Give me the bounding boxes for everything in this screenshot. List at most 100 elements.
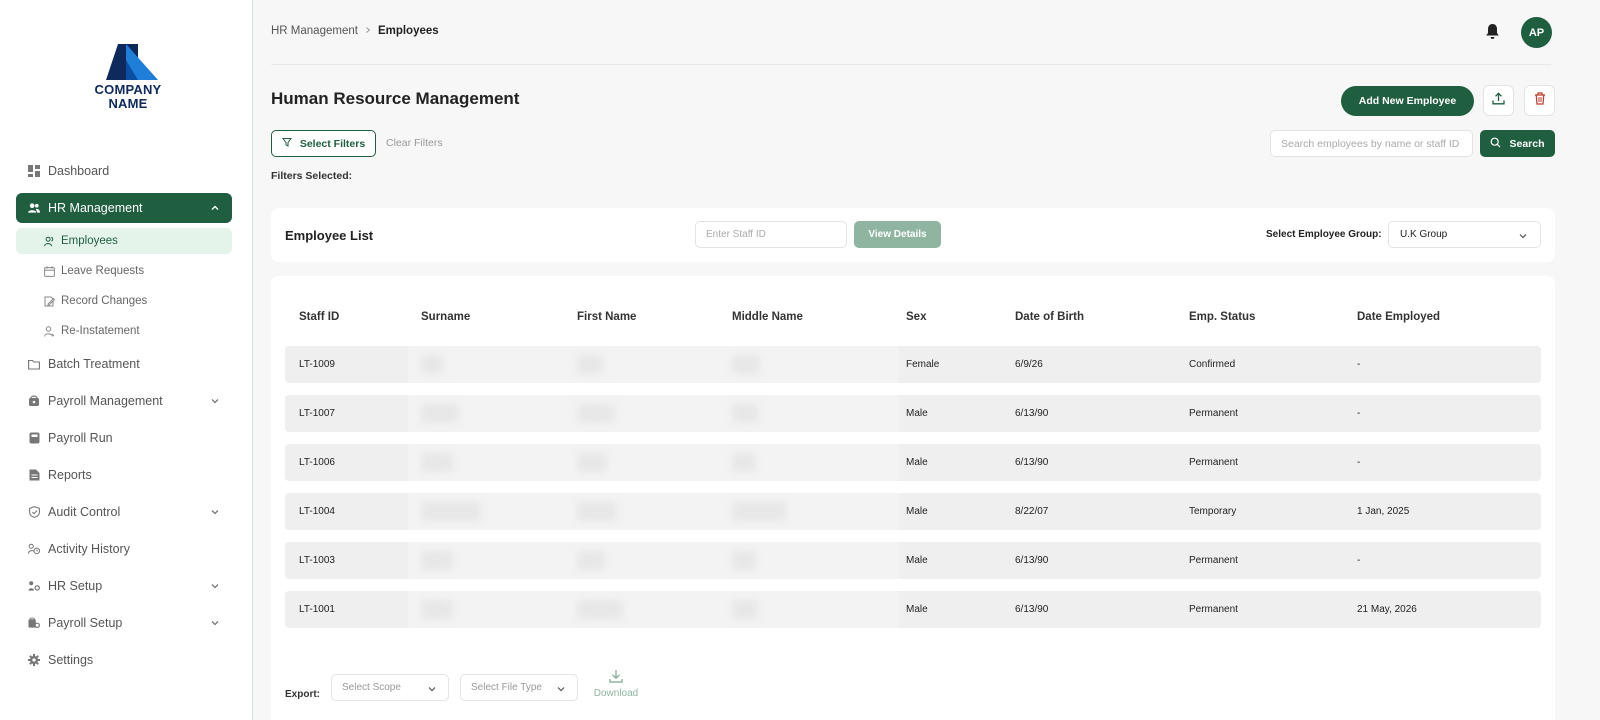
column-header-first-name: First Name <box>577 311 637 323</box>
chevron-down-icon <box>210 617 220 631</box>
sidebar-item-audit-control[interactable]: Audit Control <box>16 497 232 527</box>
cell-date-of-birth: 6/13/90 <box>1015 555 1049 566</box>
sidebar-item-payroll-run[interactable]: Payroll Run <box>16 423 232 453</box>
download-label: Download <box>593 688 639 699</box>
sidebar-item-label: Audit Control <box>48 505 121 519</box>
search-icon <box>1490 137 1501 151</box>
redacted-surname <box>421 404 459 423</box>
sidebar-item-hr-setup[interactable]: HR Setup <box>16 571 232 601</box>
chevron-down-icon <box>210 506 220 520</box>
history-icon <box>28 543 40 555</box>
cell-sex: Male <box>906 506 928 517</box>
wallet-icon <box>28 395 40 407</box>
column-header-surname: Surname <box>421 311 471 323</box>
report-icon <box>28 469 40 481</box>
download-button[interactable]: Download <box>589 668 643 699</box>
cell-emp-status: Permanent <box>1189 457 1238 468</box>
sidebar-item-record-changes[interactable]: Record Changes <box>16 288 232 314</box>
logo-text-line1: COMPANY <box>94 82 162 97</box>
breadcrumb-separator-icon <box>364 25 372 37</box>
table-row[interactable]: LT-1009 Female 6/9/26 Confirmed - <box>285 346 1541 383</box>
column-header-staff-id: Staff ID <box>299 311 340 323</box>
employee-search-input[interactable] <box>1270 130 1473 157</box>
export-label: Export: <box>285 689 320 700</box>
table-row[interactable]: LT-1003 Male 6/13/90 Permanent - <box>285 542 1541 579</box>
cell-date-employed: 21 May, 2026 <box>1357 604 1417 615</box>
folder-icon <box>28 358 40 370</box>
table-row[interactable]: LT-1001 Male 6/13/90 Permanent 21 May, 2… <box>285 591 1541 628</box>
filter-icon <box>281 137 292 150</box>
chevron-down-icon <box>210 395 220 409</box>
export-file-type-select[interactable]: Select File Type <box>460 674 578 701</box>
search-button-label: Search <box>1509 137 1545 150</box>
column-header-emp-status: Emp. Status <box>1189 311 1256 323</box>
redacted-middle-name <box>732 600 758 619</box>
chevron-down-icon <box>556 684 566 697</box>
notification-bell-icon[interactable] <box>1485 23 1500 45</box>
chevron-up-icon <box>210 202 220 216</box>
column-header-date-of-birth: Date of Birth <box>1015 311 1084 323</box>
redacted-first-name <box>577 453 607 472</box>
cell-sex: Male <box>906 555 928 566</box>
column-header-date-employed: Date Employed <box>1357 311 1441 323</box>
sidebar-item-leave-requests[interactable]: Leave Requests <box>16 258 232 284</box>
redacted-middle-name <box>732 404 758 423</box>
table-row[interactable]: LT-1004 Male 8/22/07 Temporary 1 Jan, 20… <box>285 493 1541 530</box>
sidebar-item-label: Reports <box>48 468 92 482</box>
sidebar-subitem-label: Re-Instatement <box>61 325 140 337</box>
export-file-type-placeholder: Select File Type <box>471 682 542 693</box>
export-scope-placeholder: Select Scope <box>342 682 401 693</box>
cell-sex: Male <box>906 604 928 615</box>
sidebar-item-hr-management[interactable]: HR Management <box>16 193 232 223</box>
add-new-employee-button[interactable]: Add New Employee <box>1341 86 1474 116</box>
gear-icon <box>28 654 40 666</box>
sidebar-item-activity-history[interactable]: Activity History <box>16 534 232 564</box>
view-details-button[interactable]: View Details <box>854 221 941 248</box>
column-header-sex: Sex <box>906 311 927 323</box>
sidebar-item-batch-treatment[interactable]: Batch Treatment <box>16 349 232 379</box>
cell-emp-status: Temporary <box>1189 506 1237 517</box>
upload-button[interactable] <box>1483 85 1514 116</box>
cell-sex: Female <box>906 359 940 370</box>
chevron-down-icon <box>210 580 220 594</box>
cell-staff-id: LT-1001 <box>299 604 335 615</box>
cell-staff-id: LT-1007 <box>299 408 335 419</box>
sidebar-item-payroll-setup[interactable]: Payroll Setup <box>16 608 232 638</box>
sidebar-item-label: Batch Treatment <box>48 357 140 371</box>
search-button[interactable]: Search <box>1480 130 1555 157</box>
cell-date-of-birth: 6/13/90 <box>1015 408 1049 419</box>
company-logo-mark <box>106 44 158 80</box>
sidebar-item-employees[interactable]: Employees <box>16 228 232 254</box>
staff-id-input[interactable] <box>695 221 847 248</box>
employee-table: Staff ID Surname First Name Middle Name … <box>271 276 1555 720</box>
employee-group-select[interactable]: U.K Group <box>1388 221 1541 248</box>
breadcrumb-hr-management[interactable]: HR Management <box>271 25 358 37</box>
sidebar-item-payroll-management[interactable]: Payroll Management <box>16 386 232 416</box>
employee-list-header-card: Employee List View Details Select Employ… <box>271 208 1555 262</box>
employee-group-label: Select Employee Group: <box>1266 229 1382 240</box>
delete-button[interactable] <box>1524 85 1555 116</box>
cell-date-employed: - <box>1357 408 1361 419</box>
sidebar-item-reports[interactable]: Reports <box>16 460 232 490</box>
sidebar-item-settings[interactable]: Settings <box>16 645 232 675</box>
sidebar-item-re-instatement[interactable]: Re-Instatement <box>16 318 232 344</box>
table-row[interactable]: LT-1007 Male 6/13/90 Permanent - <box>285 395 1541 432</box>
sidebar-subitem-label: Leave Requests <box>61 265 145 277</box>
cell-date-of-birth: 6/9/26 <box>1015 359 1043 370</box>
redacted-first-name <box>577 355 603 374</box>
sidebar-item-label: HR Setup <box>48 579 103 593</box>
redacted-middle-name <box>732 355 760 374</box>
upload-icon <box>1492 91 1505 110</box>
employee-group-value: U.K Group <box>1400 229 1448 240</box>
select-filters-button[interactable]: Select Filters <box>271 130 376 157</box>
avatar[interactable]: AP <box>1521 17 1552 48</box>
redacted-surname <box>421 355 443 374</box>
sidebar-item-label: Settings <box>48 653 94 667</box>
export-scope-select[interactable]: Select Scope <box>331 674 449 701</box>
table-row[interactable]: LT-1006 Male 6/13/90 Permanent - <box>285 444 1541 481</box>
redacted-surname <box>421 453 453 472</box>
cell-emp-status: Permanent <box>1189 604 1238 615</box>
clear-filters-link[interactable]: Clear Filters <box>386 137 443 149</box>
top-bar: HR Management Employees AP <box>253 0 1600 65</box>
sidebar-item-dashboard[interactable]: Dashboard <box>16 156 232 186</box>
